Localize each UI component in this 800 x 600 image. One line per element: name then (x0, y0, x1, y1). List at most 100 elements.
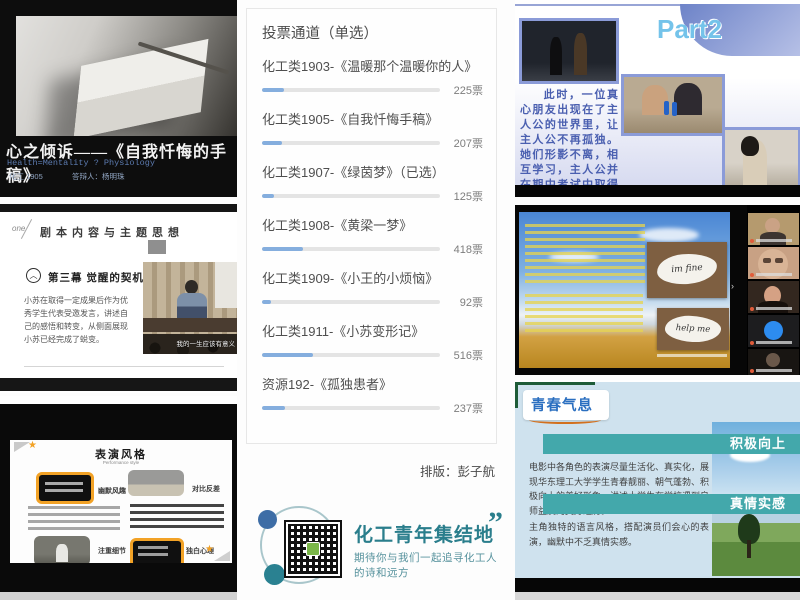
part2-body: 此时，一位真心朋友出现在了主人公的世界里，让主人公不再孤独。她们形影不离，相互学… (520, 88, 618, 197)
poll-option-2[interactable]: 化工类1905-《自我忏悔手稿》 207票 (262, 109, 483, 151)
section-heading: 第三幕 觉醒的契机 (48, 270, 144, 285)
collage-canvas: 心之倾诉——《自我忏悔的手稿》 Health=Mentality ? Physi… (0, 0, 800, 600)
poll-option-3[interactable]: 化工类1907-《绿茵梦》（已选） 125票 (262, 162, 483, 204)
footer-banner: 化工青年集结地 ” 期待你与我们一起追寻化工人的诗和远方 (250, 498, 505, 596)
poll-progress-fill (262, 88, 284, 92)
star-icon: ★ (205, 544, 214, 555)
paragraph-placeholder (130, 504, 224, 528)
poll-title: 投票通道（单选） (262, 22, 483, 43)
player-bottom-strip (515, 592, 800, 600)
poll-vote-count: 418票 (454, 241, 483, 257)
video-letterbox-top (0, 204, 237, 212)
poll-vote-count: 92票 (460, 294, 483, 310)
poll-progress-track (262, 141, 440, 145)
poll-progress-track (262, 194, 440, 198)
poll-option-7[interactable]: 资源192-《孤独患者》 237票 (262, 374, 483, 416)
photo-studying (621, 74, 725, 136)
slide-subtitle: Performance style (10, 460, 232, 465)
poll-progress-fill (262, 141, 282, 145)
clip-thumbnail-humor (36, 472, 94, 504)
style-label-1: 幽默风趣 (98, 486, 126, 496)
banner-subtitle: 期待你与我们一起追寻化工人的诗和远方 (354, 550, 505, 580)
participant-video-1 (748, 213, 799, 245)
paragraph-placeholder (28, 506, 120, 532)
clip-thumbnail-contrast (128, 470, 184, 496)
classroom-video-thumbnail: 我的一生应该有意义 (143, 262, 237, 354)
poll-option-label: 资源192-《孤独患者》 (262, 374, 483, 393)
figure-shape (56, 544, 68, 562)
youth-slide: 青春气息 积极向上 电影中各角色的表演尽量生活化、真实化，展现华东理工大学学生青… (515, 382, 800, 578)
quote-mark: ” (488, 506, 503, 540)
poll-progress-track (262, 300, 440, 304)
slide-confession-cover: 心之倾诉——《自我忏悔的手稿》 Health=Mentality ? Physi… (0, 0, 237, 197)
poll-option-label: 化工类1907-《绿茵梦》（已选） (262, 162, 483, 181)
thumb-text-placeholder (45, 482, 83, 494)
voting-panel: 投票通道（单选） 化工类1903-《温暖那个温暖你的人》 225票 化工类190… (246, 8, 497, 444)
slide-youth-vibe: 青春气息 积极向上 电影中各角色的表演尽量生活化、真实化，展现华东理工大学学生青… (515, 380, 800, 600)
video-letterbox-bottom (0, 378, 237, 391)
notebook-photo (16, 16, 237, 136)
poll-option-1[interactable]: 化工类1903-《温暖那个温暖你的人》 225票 (262, 56, 483, 98)
blue-dot-decor (258, 510, 277, 529)
poll-option-5[interactable]: 化工类1909-《小王的小烦恼》 92票 (262, 268, 483, 310)
poll-progress-fill (262, 194, 274, 198)
poll-option-6[interactable]: 化工类1911-《小苏变形记》 516票 (262, 321, 483, 363)
paper-note: help me (664, 315, 721, 344)
poll-vote-count: 225票 (454, 82, 483, 98)
poll-vote-count: 516票 (454, 347, 483, 363)
decor-square (148, 240, 166, 254)
poll-option-label: 化工类1911-《小苏变形记》 (262, 321, 483, 340)
video-caption: 我的一生应该有意义 (177, 338, 236, 348)
banner-sincere: 真情实感 (543, 494, 800, 514)
poll-vote-count: 125票 (454, 188, 483, 204)
poll-option-4[interactable]: 化工类1908-《黄梁一梦》 418票 (262, 215, 483, 257)
layout-credit: 排版：彭子航 (246, 461, 495, 480)
class-label: 化工 1905 (9, 171, 43, 182)
participants-sidebar: ▲ (747, 205, 800, 375)
slide-part2: Part2 此时，一位真心朋友出现在了主人公的世界里，让主人公不再孤独。她们形影… (515, 0, 800, 197)
green-accent (515, 382, 518, 408)
letterbox-bottom (515, 185, 800, 197)
desk (143, 318, 237, 332)
poll-progress-fill (262, 300, 271, 304)
poll-vote-count: 207票 (454, 135, 483, 151)
section-bullet-icon: ︿ (26, 268, 41, 283)
letterbox-bottom (515, 578, 800, 592)
paper-plane-decor (214, 551, 230, 561)
participant-video-4 (748, 315, 799, 347)
qr-center-logo (306, 542, 320, 556)
poll-progress-fill (262, 353, 313, 357)
thumb-text-placeholder (138, 546, 168, 558)
clip-thumbnail-detail (34, 536, 90, 563)
presenter-label: 答辩人：杨明珠 (72, 171, 125, 182)
slide-subtitle: Health=Mentality ? Physiology (7, 158, 155, 168)
meeting-screenshot: im fine help me › ▲ (515, 205, 800, 375)
footer-rule (24, 366, 224, 367)
photo-note-im-fine: im fine (647, 242, 727, 298)
photo-hallway (519, 18, 619, 84)
clip-thumbnail-monologue (130, 538, 184, 563)
poll-progress-track (262, 353, 440, 357)
shared-slide-mountain: im fine help me (519, 212, 730, 368)
paper-note: im fine (656, 252, 718, 286)
title-underline (529, 416, 601, 424)
cloud-shape (639, 228, 699, 242)
slide-text-placeholder (525, 224, 645, 286)
open-book-shape (74, 39, 209, 136)
photo-desk-profile (722, 127, 800, 188)
slide-performance-style: ★ 表演风格 Performance style 幽默风趣 对比反差 注重细节 … (0, 396, 237, 600)
poll-progress-fill (262, 406, 285, 410)
poll-progress-track (262, 247, 440, 251)
performance-slide: ★ 表演风格 Performance style 幽默风趣 对比反差 注重细节 … (10, 440, 232, 563)
sidebar-collapse-handle[interactable]: › (731, 281, 734, 291)
poll-vote-count: 237票 (454, 400, 483, 416)
poll-progress-fill (262, 247, 303, 251)
photo-note-help-me: help me (657, 308, 729, 350)
poll-option-label: 化工类1909-《小王的小烦恼》 (262, 268, 483, 287)
participant-video-2 (748, 247, 799, 279)
speaker-head (185, 280, 198, 294)
slide-text-placeholder (525, 294, 643, 334)
teal-dot-decor (264, 564, 285, 585)
projector-screen (215, 262, 237, 308)
section-body: 小苏在取得一定成果后作为优秀学生代表受邀发言，讲述自己的感悟和转变，从侧面展现小… (24, 294, 134, 346)
